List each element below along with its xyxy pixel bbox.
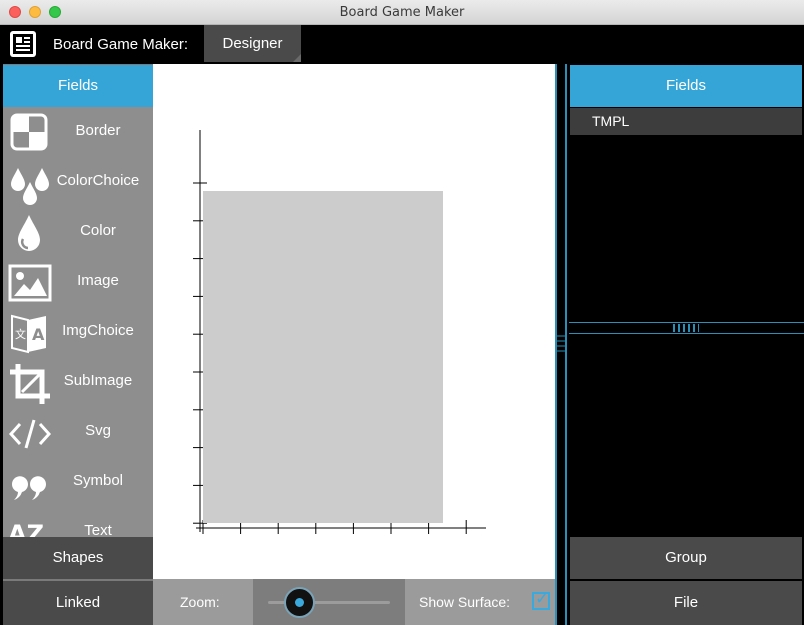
panel-splitter[interactable] [555, 64, 569, 625]
field-item-symbol[interactable]: Symbol [3, 457, 153, 507]
shapes-button[interactable]: Shapes [3, 537, 153, 579]
design-canvas[interactable] [153, 64, 555, 579]
svg-text:文: 文 [15, 327, 26, 341]
left-panel-title: Fields [3, 65, 153, 107]
splitter-grip-icon [557, 335, 567, 352]
file-button[interactable]: File [570, 581, 802, 625]
app-logo-icon [10, 31, 36, 57]
list-item[interactable]: TMPL [570, 108, 802, 135]
canvas-toolbar: Zoom: Show Surface: ✓ [153, 579, 555, 625]
checkmark-icon: ✓ [535, 589, 550, 608]
app-label: Board Game Maker: [53, 36, 189, 53]
show-surface-label: Show Surface: [419, 594, 511, 610]
vertical-splitter[interactable] [569, 322, 804, 334]
app-window: Board Game Maker Board Game Maker: Desig… [0, 0, 804, 625]
field-item-text[interactable]: AZ Text [3, 507, 153, 537]
group-button[interactable]: Group [570, 537, 802, 579]
field-label-svg: Svg [85, 422, 111, 439]
field-item-colorchoice[interactable]: ColorChoice [3, 157, 153, 207]
canvas-ruler-svg [193, 130, 486, 534]
zoom-label: Zoom: [180, 594, 220, 610]
field-item-imgchoice[interactable]: A 文 ImgChoice [3, 307, 153, 357]
field-item-color[interactable]: Color [3, 207, 153, 257]
left-fields-panel: Fields Border ColorChoice Color Image A … [3, 64, 153, 625]
field-item-border[interactable]: Border [3, 107, 153, 157]
field-label-text: Text [84, 522, 112, 537]
field-type-list[interactable]: Border ColorChoice Color Image A 文 ImgCh… [3, 107, 153, 537]
window-titlebar: Board Game Maker [0, 0, 804, 25]
show-surface-checkbox[interactable]: ✓ [532, 589, 550, 610]
template-card[interactable] [203, 191, 443, 523]
field-item-image[interactable]: Image [3, 257, 153, 307]
zoom-slider-knob[interactable] [283, 587, 315, 618]
field-label-color: Color [80, 222, 116, 239]
field-label-subimage: SubImage [63, 372, 133, 389]
field-item-subimage[interactable]: SubImage [3, 357, 153, 407]
field-item-svg[interactable]: Svg [3, 407, 153, 457]
splitter-grip-icon [673, 324, 699, 332]
field-label-colorchoice: ColorChoice [56, 172, 140, 189]
svg-text:AZ: AZ [8, 520, 44, 537]
field-label-image: Image [77, 272, 119, 289]
right-fields-panel: Fields TMPL Group File [569, 64, 804, 625]
tab-designer[interactable]: Designer [204, 25, 301, 62]
field-label-border: Border [75, 122, 121, 139]
app-header: Board Game Maker: Designer [0, 25, 804, 64]
linked-button[interactable]: Linked [3, 581, 153, 625]
window-title: Board Game Maker [339, 5, 465, 20]
right-panel-title: Fields [570, 65, 802, 107]
field-label-imgchoice: ImgChoice [62, 322, 134, 339]
field-label-symbol: Symbol [72, 472, 124, 489]
